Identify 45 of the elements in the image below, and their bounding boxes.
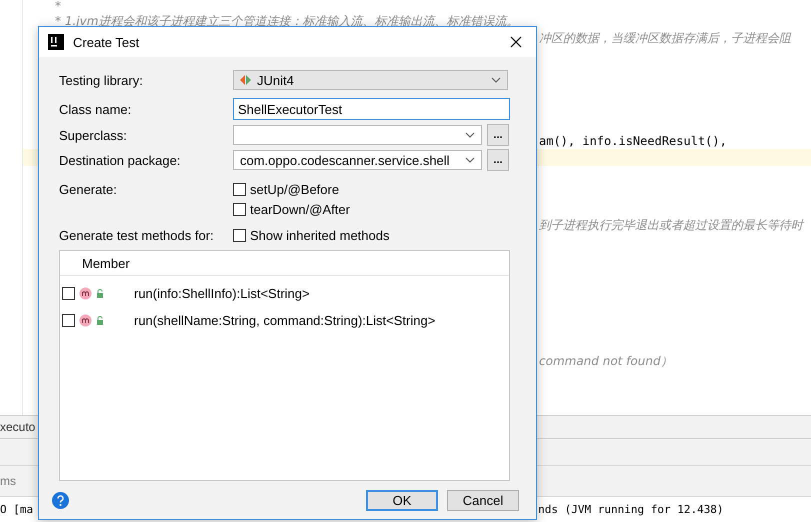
checkbox-label: setUp/@Before [250,182,340,196]
checkbox-label: Show inherited methods [250,228,390,242]
code-line: am(), info.isNeedResult(), [539,134,727,148]
library-dropdown[interactable]: JUnit4 [233,70,508,90]
chevron-icon [465,132,475,138]
panel-label: ms [0,474,16,488]
comment-line: command not found） [539,353,673,370]
method-signature[interactable]: run(info:ShellInfo):List<String> [134,286,310,301]
field-label: Generate test methods for: [59,228,215,242]
checkbox[interactable] [233,228,246,242]
browse-button[interactable]: ... [487,124,509,146]
checkbox[interactable] [233,182,246,196]
app-icon [48,34,64,50]
package-dropdown[interactable]: com.oppo.codescanner.service.shell [233,150,482,170]
console-line: O [ma [0,503,34,516]
checkbox[interactable] [62,287,75,300]
field-label: Generate: [59,182,118,196]
help-icon[interactable] [52,492,69,508]
chevron-icon [491,77,501,83]
checkbox[interactable] [62,314,75,327]
comment-line: 到子进程执行完毕退出或者超过设置的最长等待时 [539,217,803,234]
lock-icon [96,288,104,298]
field-label: Superclass: [59,128,128,142]
chevron-icon [465,157,475,163]
class-name-field[interactable]: ShellExecutorTest [233,98,510,120]
column-header: Member [82,256,130,270]
window-title: Create Test [73,34,140,50]
field-label: Destination package: [59,152,182,168]
method-signature[interactable]: run(shellName:String, command:String):List<String> [134,313,436,328]
checkbox[interactable] [233,202,246,216]
field-label: Class name: [59,102,132,116]
field-label: Testing library: [59,72,144,88]
lock-icon [96,316,104,326]
junit-icon [240,75,251,85]
console-line: nds (JVM running for 12.438) [538,503,724,516]
tool-tab[interactable]: xecuto [0,420,36,434]
close-icon[interactable] [510,36,522,48]
ok-button[interactable]: OK [366,490,438,510]
comment-line: * [55,0,61,13]
checkbox-label: tearDown/@After [250,202,350,216]
cancel-button[interactable]: Cancel [447,490,519,510]
browse-button[interactable]: ... [487,149,509,171]
method-icon [79,314,92,327]
method-icon [79,287,92,300]
comment-line: 冲区的数据，当缓冲区数据存满后，子进程会阻 [539,30,791,47]
